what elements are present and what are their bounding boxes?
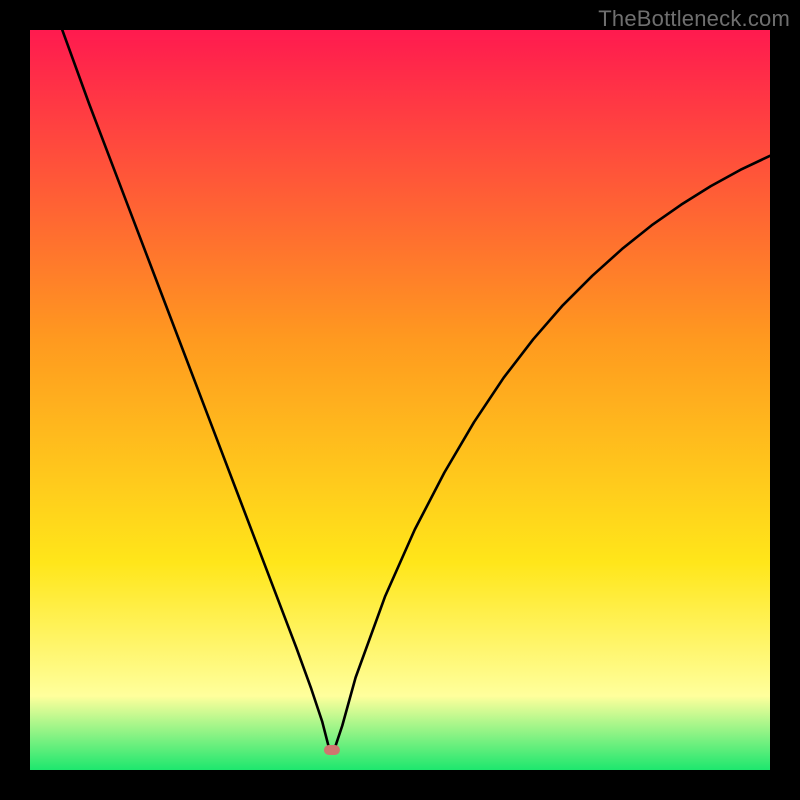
chart-frame: TheBottleneck.com <box>0 0 800 800</box>
optimal-marker <box>324 745 340 755</box>
bottleneck-chart <box>0 0 800 800</box>
gradient-background <box>30 30 770 770</box>
